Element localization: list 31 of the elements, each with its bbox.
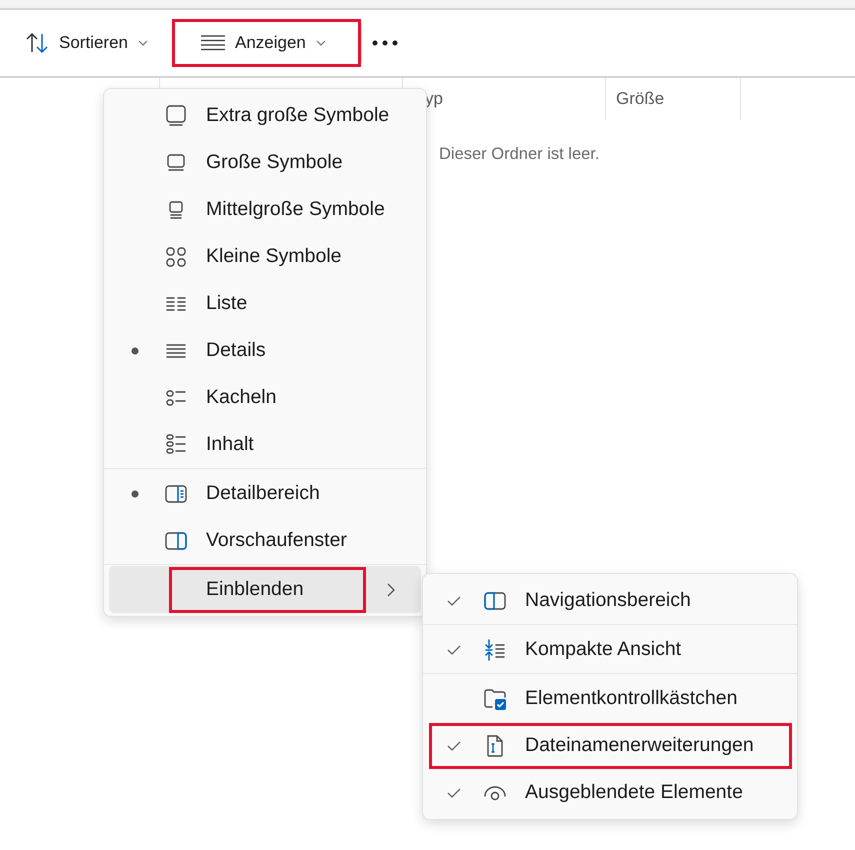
details-icon [200, 35, 225, 51]
menu-item[interactable]: Dateinamenerweiterungen [428, 722, 792, 769]
menu-item[interactable]: Navigationsbereich [428, 577, 792, 624]
menu-item[interactable]: Große Symbole [109, 139, 421, 186]
caret-icon [138, 40, 148, 46]
menu-item[interactable]: Vorschaufenster [109, 517, 421, 564]
menu-item[interactable]: Mittelgroße Symbole [109, 186, 421, 233]
menu-item[interactable]: Ausgeblendete Elemente [428, 769, 792, 816]
menu-item[interactable]: Inhalt [109, 421, 421, 468]
sort-icon [25, 32, 49, 54]
menu-item[interactable]: Extra große Symbole [109, 92, 421, 139]
menu-item[interactable]: Kompakte Ansicht [428, 626, 792, 673]
menu-item[interactable]: Details [109, 327, 421, 374]
highlighted-toolbar-button[interactable]: Anzeigen [172, 19, 361, 67]
menu-item[interactable]: Kleine Symbole [109, 233, 421, 280]
more-icon[interactable] [372, 40, 398, 46]
submenu-item[interactable]: Einblenden [109, 566, 421, 613]
grid-icon [164, 244, 188, 268]
toolbar-button[interactable]: Sortieren [22, 23, 159, 63]
caret-icon [316, 40, 326, 46]
compact-icon [483, 638, 507, 662]
folder-checkbox-icon [483, 686, 507, 710]
menu-item[interactable]: Detailbereich [109, 470, 421, 517]
empty-folder-message: Dieser Ordner ist leer. [439, 145, 600, 164]
menu-item[interactable]: Liste [109, 280, 421, 327]
menu-item[interactable]: Kacheln [109, 374, 421, 421]
menu-item[interactable]: Elementkontrollkästchen [428, 675, 792, 722]
content-icon [164, 432, 188, 456]
chevron-icon [387, 582, 395, 596]
large-tile-icon [164, 104, 188, 128]
column-header[interactable]: Größe [616, 89, 664, 109]
